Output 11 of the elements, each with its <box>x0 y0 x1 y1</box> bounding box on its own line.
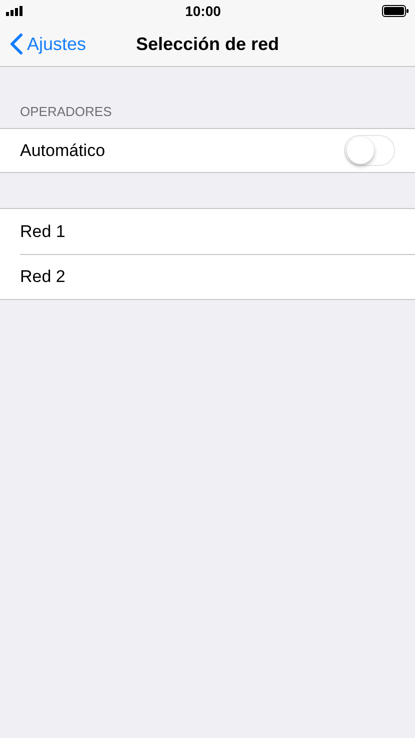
toggle-switch[interactable] <box>344 135 395 166</box>
section-header: OPERADORES <box>19 104 113 120</box>
row-label: Automático <box>20 140 106 162</box>
battery-icon <box>382 5 409 17</box>
back-button[interactable]: Ajustes <box>10 22 86 66</box>
nav-title: Selección de red <box>136 32 280 56</box>
chevron-left-icon <box>10 33 23 55</box>
network-row[interactable]: Red 2 <box>0 254 415 299</box>
network-row[interactable]: Red 1 <box>0 209 415 254</box>
status-time: 10:00 <box>185 2 221 20</box>
signal-icon <box>6 6 24 16</box>
